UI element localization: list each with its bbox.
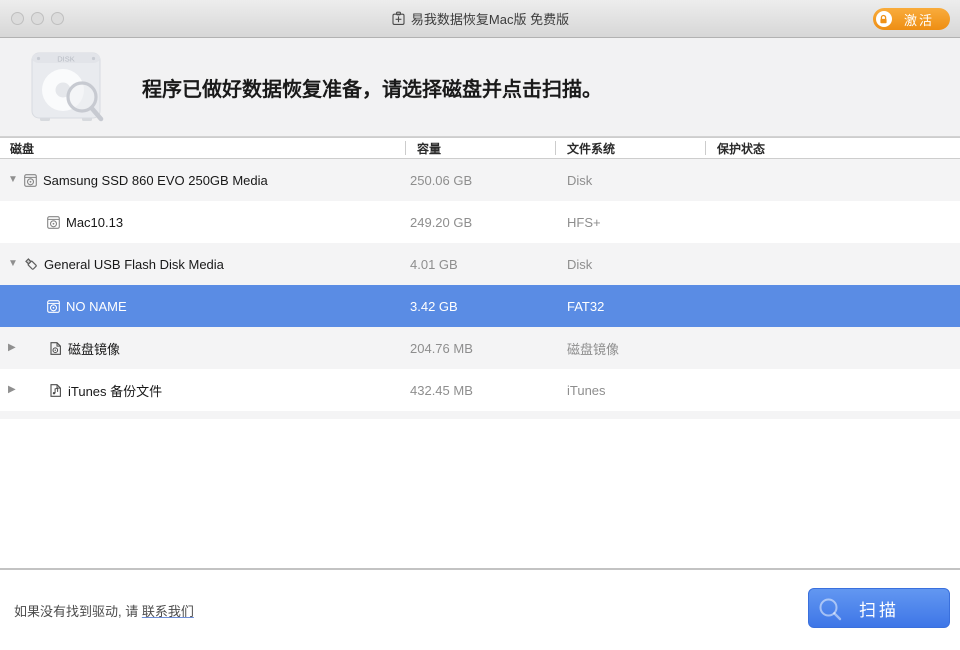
itunes-backup-file-icon <box>48 383 63 398</box>
row-capacity: 204.76 MB <box>410 341 473 356</box>
title-bar: 易我数据恢复Mac版 免费版 激活 <box>0 0 960 38</box>
row-name: Mac10.13 <box>66 215 123 230</box>
row-name: Samsung SSD 860 EVO 250GB Media <box>43 173 268 188</box>
row-capacity: 250.06 GB <box>410 173 472 188</box>
search-icon <box>818 597 844 623</box>
row-filesystem: FAT32 <box>567 299 604 314</box>
row-capacity: 432.45 MB <box>410 383 473 398</box>
column-divider <box>405 141 406 155</box>
zoom-button[interactable] <box>51 12 64 25</box>
row-name: 磁盘镜像 <box>68 339 120 358</box>
row-name: iTunes 备份文件 <box>68 381 162 400</box>
table-row-samsung-ssd[interactable]: ▼ Samsung SSD 860 EVO 250GB Media 250.06… <box>0 159 960 201</box>
row-capacity: 4.01 GB <box>410 257 458 272</box>
svg-text:DISK: DISK <box>57 55 75 64</box>
column-header-disk: 磁盘 <box>10 138 34 158</box>
row-name: NO NAME <box>66 299 127 314</box>
hero-message: 程序已做好数据恢复准备，请选择磁盘并点击扫描。 <box>142 73 602 102</box>
column-header-protection: 保护状态 <box>717 138 765 158</box>
row-filesystem: 磁盘镜像 <box>567 339 619 358</box>
disk-search-icon: DISK <box>26 49 114 125</box>
scan-label: 扫描 <box>859 596 899 621</box>
window-title: 易我数据恢复Mac版 免费版 <box>411 9 569 28</box>
scan-button[interactable]: 扫描 <box>808 588 950 628</box>
row-capacity: 249.20 GB <box>410 215 472 230</box>
column-divider <box>705 141 706 155</box>
minimize-button[interactable] <box>31 12 44 25</box>
window-title-area: 易我数据恢复Mac版 免费版 <box>0 0 960 37</box>
column-header-filesystem: 文件系统 <box>567 138 615 158</box>
footer-bar: 如果没有找到驱动, 请 联系我们 扫描 <box>0 568 960 650</box>
activate-button[interactable]: 激活 <box>873 8 950 30</box>
traffic-lights <box>11 12 64 25</box>
table-row-usb-flash-disk[interactable]: ▼ General USB Flash Disk Media 4.01 GB D… <box>0 243 960 285</box>
close-button[interactable] <box>11 12 24 25</box>
hard-drive-icon <box>46 215 61 230</box>
disclosure-triangle-icon[interactable]: ▶ <box>8 385 23 395</box>
hint-text: 如果没有找到驱动, 请 <box>14 604 142 619</box>
activate-label: 激活 <box>904 10 934 29</box>
disclosure-triangle-icon[interactable]: ▶ <box>8 343 23 353</box>
column-header-capacity: 容量 <box>417 138 441 158</box>
hard-drive-icon <box>46 299 61 314</box>
app-proxy-icon <box>391 11 406 26</box>
hero-header: DISK 程序已做好数据恢复准备，请选择磁盘并点击扫描。 <box>0 38 960 137</box>
row-filesystem: iTunes <box>567 383 606 398</box>
hard-drive-icon <box>23 173 38 188</box>
row-filesystem: Disk <box>567 173 592 188</box>
row-filesystem: HFS+ <box>567 215 601 230</box>
row-filesystem: Disk <box>567 257 592 272</box>
app-window: 易我数据恢复Mac版 免费版 激活 DISK 程序 <box>0 0 960 650</box>
disk-list: ▼ Samsung SSD 860 EVO 250GB Media 250.06… <box>0 159 960 419</box>
table-row-mac1013[interactable]: Mac10.13 249.20 GB HFS+ <box>0 201 960 243</box>
usb-drive-icon <box>23 256 39 272</box>
disk-image-file-icon <box>48 341 63 356</box>
lock-icon <box>876 11 892 27</box>
table-row-itunes-backup[interactable]: ▶ iTunes 备份文件 432.45 MB iTunes <box>0 369 960 411</box>
disclosure-triangle-icon[interactable]: ▼ <box>8 175 23 185</box>
contact-us-link[interactable]: 联系我们 <box>142 604 194 619</box>
row-capacity: 3.42 GB <box>410 299 458 314</box>
column-divider <box>555 141 556 155</box>
footer-hint: 如果没有找到驱动, 请 联系我们 <box>14 601 194 620</box>
list-bottom-stripe <box>0 411 960 419</box>
disclosure-triangle-icon[interactable]: ▼ <box>8 259 23 269</box>
row-name: General USB Flash Disk Media <box>44 257 224 272</box>
table-row-no-name[interactable]: NO NAME 3.42 GB FAT32 <box>0 285 960 327</box>
table-row-disk-image[interactable]: ▶ 磁盘镜像 204.76 MB 磁盘镜像 <box>0 327 960 369</box>
table-header: 磁盘 容量 文件系统 保护状态 <box>0 137 960 159</box>
